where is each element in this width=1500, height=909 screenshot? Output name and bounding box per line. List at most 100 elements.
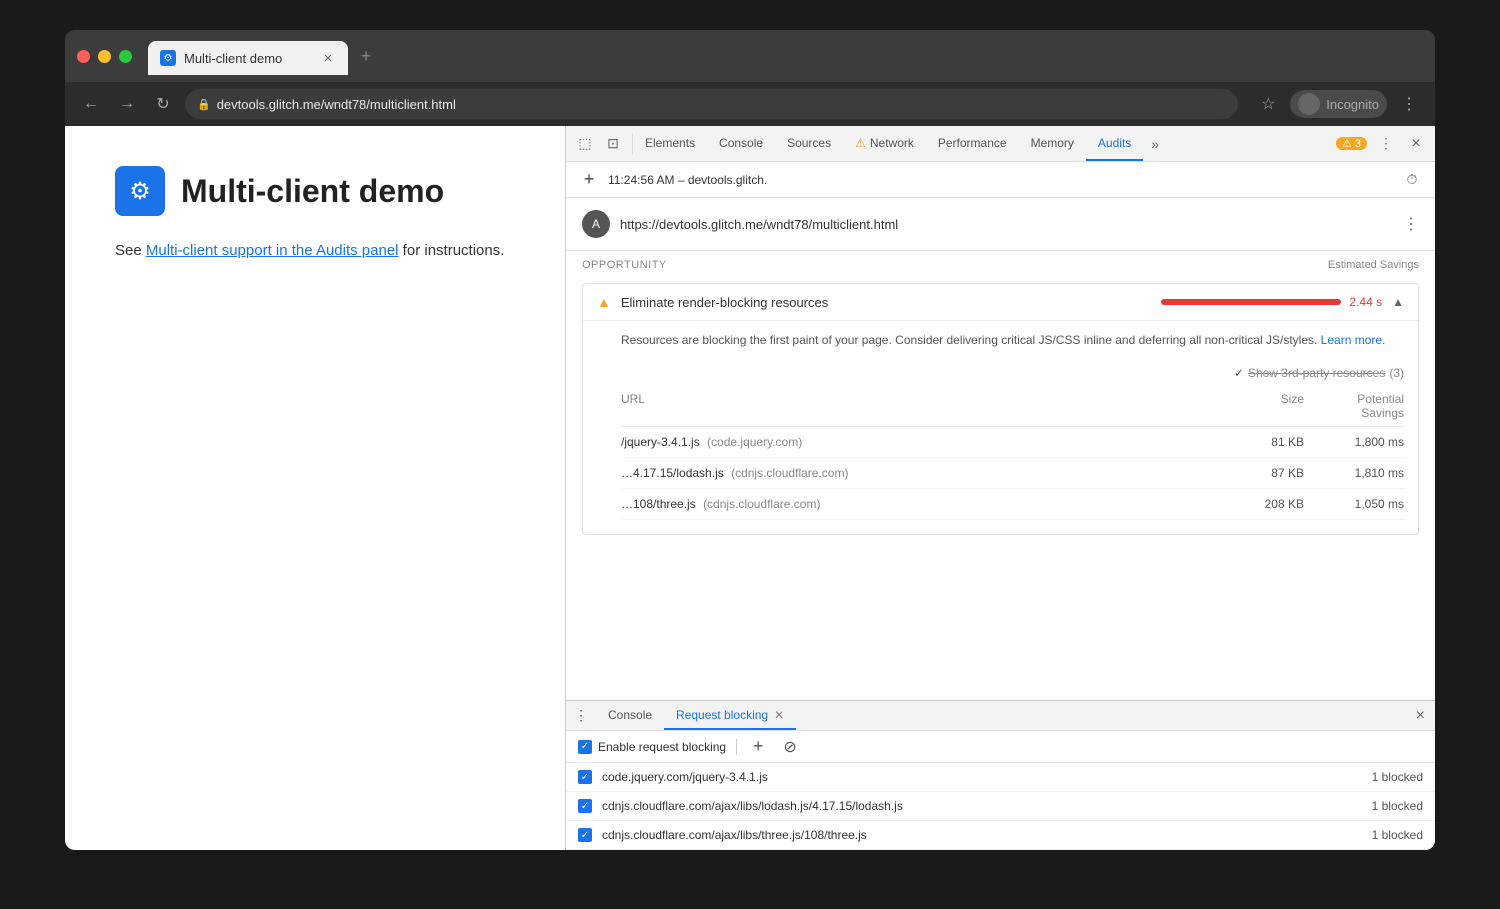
bottom-tabs: ⋮ Console Request blocking ✕ × — [566, 701, 1435, 731]
section-header: Opportunity Estimated Savings — [566, 251, 1435, 275]
blocked-count-1: 1 blocked — [1372, 770, 1423, 784]
description-before: See — [115, 242, 146, 259]
blocked-count-2: 1 blocked — [1372, 799, 1423, 813]
audit-url-bar: A https://devtools.glitch.me/wndt78/mult… — [566, 198, 1435, 251]
separator — [736, 739, 737, 755]
devtools-right: ⚠ 3 ⋮ × — [1328, 133, 1435, 155]
audit-more-button[interactable]: ⋮ — [1403, 214, 1419, 234]
bottom-tab-more-button[interactable]: ⋮ — [566, 707, 596, 724]
forward-button[interactable]: → — [113, 90, 141, 118]
chevron-up-icon[interactable]: ▲ — [1392, 295, 1404, 309]
tab-favicon: ⚙ — [160, 50, 176, 66]
new-tab-button[interactable]: + — [352, 42, 380, 70]
bottom-panel-close-button[interactable]: × — [1416, 707, 1435, 725]
page-header: ⚙ Multi-client demo — [115, 166, 515, 216]
opportunity-title: Eliminate render-blocking resources — [621, 295, 1152, 310]
savings-bar — [1161, 299, 1341, 305]
back-button[interactable]: ← — [77, 90, 105, 118]
audit-toolbar: + 11:24:56 AM – devtools.glitch. ⏱ — [566, 162, 1435, 198]
resource-savings-1: 1,800 ms — [1304, 435, 1404, 449]
tab-performance[interactable]: Performance — [926, 126, 1019, 161]
col-savings-header: PotentialSavings — [1304, 392, 1404, 420]
add-rule-button[interactable]: + — [747, 736, 769, 758]
third-party-label: Show 3rd-party resources — [1248, 366, 1385, 380]
checkbox-icon: ✓ — [578, 740, 592, 754]
enable-label: Enable request blocking — [598, 740, 726, 754]
col-url-header: URL — [621, 392, 1224, 420]
audit-content: A https://devtools.glitch.me/wndt78/mult… — [566, 198, 1435, 700]
resource-savings-3: 1,050 ms — [1304, 497, 1404, 511]
browser-tab[interactable]: ⚙ Multi-client demo ✕ — [148, 41, 348, 75]
savings-bar-container: 2.44 s — [1161, 295, 1382, 309]
opportunity-item: ▲ Eliminate render-blocking resources 2.… — [582, 283, 1419, 535]
bottom-tab-close-button[interactable]: ✕ — [774, 708, 784, 722]
tab-network[interactable]: ⚠ Network — [843, 126, 926, 161]
tab-close-button[interactable]: ✕ — [320, 50, 336, 66]
devtools-close-button[interactable]: × — [1405, 133, 1427, 155]
resource-url-3: …108/three.js (cdnjs.cloudflare.com) — [621, 497, 1224, 511]
tab-elements[interactable]: Elements — [633, 126, 707, 161]
tab-sources[interactable]: Sources — [775, 126, 843, 161]
audit-session-label: 11:24:56 AM – devtools.glitch. — [608, 173, 1393, 187]
page-title: Multi-client demo — [181, 173, 444, 210]
learn-more-link[interactable]: Learn more — [1321, 333, 1382, 347]
audit-history-button[interactable]: ⏱ — [1401, 169, 1423, 191]
opportunity-body: Resources are blocking the first paint o… — [583, 320, 1418, 534]
lock-icon: 🔒 — [197, 98, 211, 111]
close-window-button[interactable] — [77, 50, 90, 63]
devtools-toolbar: ⬚ ⊡ Elements Console Sources ⚠ Netw — [566, 126, 1435, 162]
devtools-tabs: Elements Console Sources ⚠ Network Perfo… — [633, 126, 1328, 161]
inspect-element-button[interactable]: ⬚ — [574, 133, 596, 155]
opportunity-header[interactable]: ▲ Eliminate render-blocking resources 2.… — [583, 284, 1418, 320]
page-link[interactable]: Multi-client support in the Audits panel — [146, 242, 399, 259]
description-after: for instructions. — [399, 242, 505, 259]
blocked-url-2: cdnjs.cloudflare.com/ajax/libs/lodash.js… — [602, 799, 1362, 813]
more-options-button[interactable]: ⋮ — [1395, 90, 1423, 118]
minimize-window-button[interactable] — [98, 50, 111, 63]
devtools-panel: ⬚ ⊡ Elements Console Sources ⚠ Netw — [565, 126, 1435, 850]
tab-title: Multi-client demo — [184, 51, 312, 66]
resource-size-1: 81 KB — [1224, 435, 1304, 449]
title-bar: ⚙ Multi-client demo ✕ + — [65, 30, 1435, 82]
bottom-tab-request-blocking[interactable]: Request blocking ✕ — [664, 701, 796, 730]
window-controls — [77, 50, 132, 63]
third-party-row: ✓ Show 3rd-party resources (3) — [621, 360, 1404, 386]
reload-button[interactable]: ↻ — [149, 90, 177, 118]
maximize-window-button[interactable] — [119, 50, 132, 63]
tab-memory[interactable]: Memory — [1019, 126, 1086, 161]
incognito-button[interactable]: Incognito — [1290, 90, 1387, 118]
request-blocking-panel: ✓ Enable request blocking + ⊘ ✓ code.jqu… — [566, 731, 1435, 850]
resource-url-2: …4.17.15/lodash.js (cdnjs.cloudflare.com… — [621, 466, 1224, 480]
tab-console[interactable]: Console — [707, 126, 775, 161]
resource-size-2: 87 KB — [1224, 466, 1304, 480]
resource-table: URL Size PotentialSavings /jquery-3.4.1.… — [621, 386, 1404, 520]
bottom-tab-console[interactable]: Console — [596, 701, 664, 730]
estimated-label: Estimated Savings — [1328, 259, 1419, 271]
table-row: /jquery-3.4.1.js (code.jquery.com) 81 KB… — [621, 427, 1404, 458]
tab-audits[interactable]: Audits — [1086, 126, 1143, 161]
resource-url-1: /jquery-3.4.1.js (code.jquery.com) — [621, 435, 1224, 449]
main-content: ⚙ Multi-client demo See Multi-client sup… — [65, 126, 1435, 850]
devtools-settings-button[interactable]: ⋮ — [1375, 133, 1397, 155]
audit-add-button[interactable]: + — [578, 169, 600, 191]
url-bar[interactable]: 🔒 devtools.glitch.me/wndt78/multiclient.… — [185, 89, 1238, 119]
resource-table-header: URL Size PotentialSavings — [621, 386, 1404, 427]
incognito-label: Incognito — [1326, 97, 1379, 112]
rule-checkbox-2[interactable]: ✓ — [578, 799, 592, 813]
table-row: …108/three.js (cdnjs.cloudflare.com) 208… — [621, 489, 1404, 520]
rule-checkbox-1[interactable]: ✓ — [578, 770, 592, 784]
enable-request-blocking-checkbox[interactable]: ✓ Enable request blocking — [578, 740, 726, 754]
devtools-icons: ⬚ ⊡ — [566, 133, 633, 155]
device-toolbar-button[interactable]: ⊡ — [602, 133, 624, 155]
toolbar-right: ☆ Incognito ⋮ — [1254, 90, 1423, 118]
third-party-checkbox[interactable]: ✓ Show 3rd-party resources (3) — [1234, 366, 1404, 380]
more-tabs-button[interactable]: » — [1143, 136, 1167, 152]
resource-size-3: 208 KB — [1224, 497, 1304, 511]
warnings-badge: ⚠ 3 — [1336, 137, 1367, 150]
blocked-rule-1: ✓ code.jquery.com/jquery-3.4.1.js 1 bloc… — [566, 763, 1435, 792]
address-bar: ← → ↻ 🔒 devtools.glitch.me/wndt78/multic… — [65, 82, 1435, 126]
block-all-button[interactable]: ⊘ — [779, 736, 801, 758]
rule-checkbox-3[interactable]: ✓ — [578, 828, 592, 842]
bookmark-button[interactable]: ☆ — [1254, 90, 1282, 118]
third-party-count: (3) — [1389, 366, 1404, 380]
